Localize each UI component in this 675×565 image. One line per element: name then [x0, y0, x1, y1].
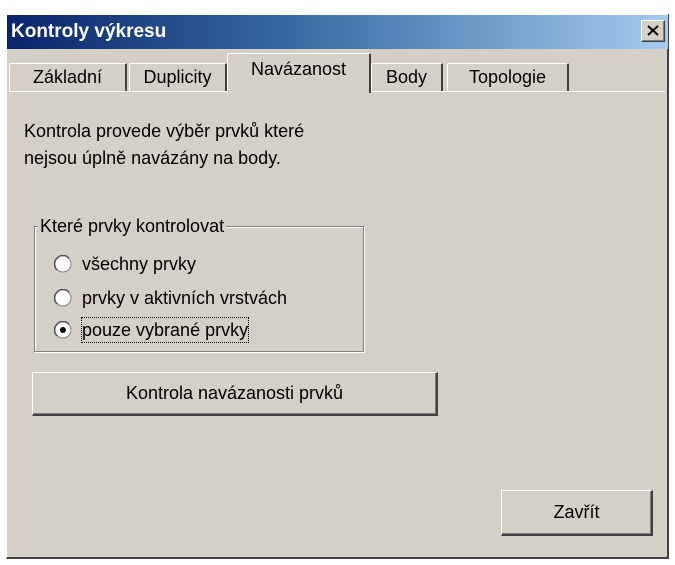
tab-strip: Základní Duplicity Navázanost Body Topol… [7, 49, 668, 93]
tab-topologie[interactable]: Topologie [447, 63, 569, 91]
tab-navazanost[interactable]: Navázanost [227, 53, 371, 93]
window-title: Kontroly výkresu [11, 21, 167, 42]
tab-body[interactable]: Body [371, 63, 443, 91]
tab-zakladni[interactable]: Základní [9, 63, 127, 91]
close-icon [647, 25, 659, 36]
close-button[interactable] [641, 20, 665, 42]
tab-panel-navazanost [9, 91, 665, 553]
title-bar[interactable]: Kontroly výkresu [7, 15, 668, 49]
dialog-window: Kontroly výkresu Základní Duplicity Navá… [6, 14, 669, 559]
tab-duplicity[interactable]: Duplicity [129, 63, 227, 91]
